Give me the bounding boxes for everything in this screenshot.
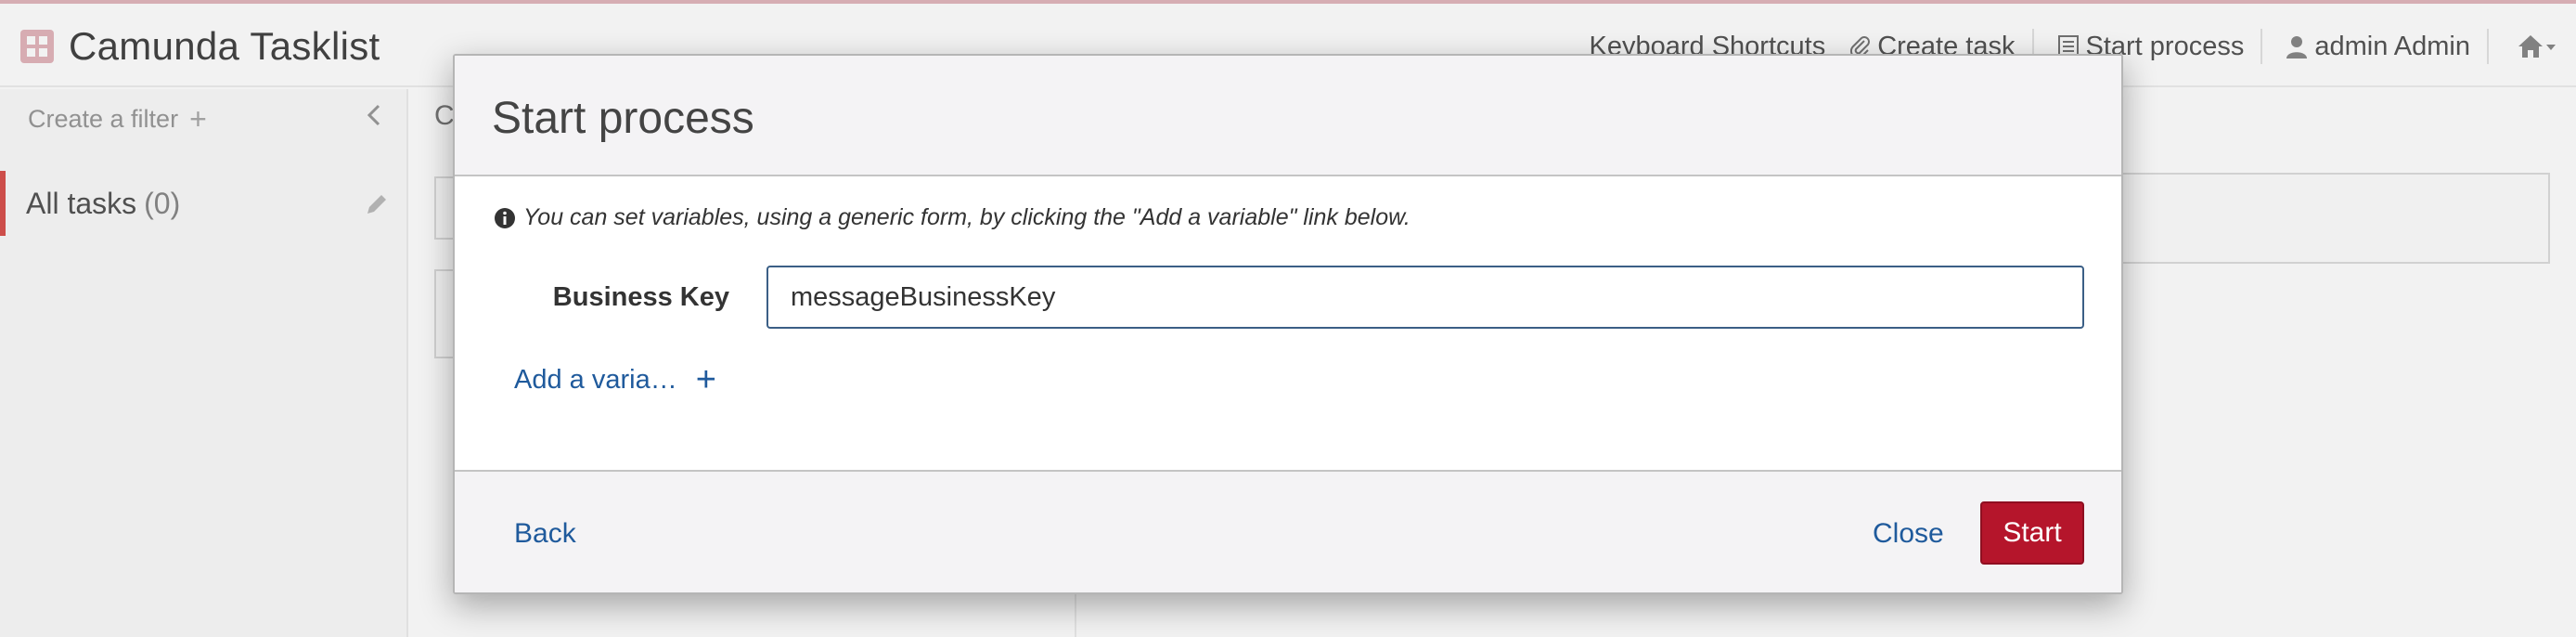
back-button[interactable]: Back — [514, 518, 576, 550]
plus-icon: + — [695, 360, 716, 399]
start-button[interactable]: Start — [1980, 501, 2084, 565]
add-variable-label: Add a varia… — [514, 364, 677, 395]
close-button[interactable]: Close — [1873, 518, 1944, 550]
business-key-label: Business Key — [552, 282, 729, 312]
dialog-header: Start process — [455, 56, 2121, 176]
dialog-body: You can set variables, using a generic f… — [455, 176, 2121, 470]
dialog-footer: Back Close Start — [455, 470, 2121, 592]
start-process-dialog: Start process You can set variables, usi… — [453, 54, 2123, 594]
dialog-title: Start process — [492, 94, 754, 143]
business-key-input[interactable] — [766, 266, 2084, 329]
add-variable-link[interactable]: Add a varia… + — [514, 362, 716, 397]
info-circle-icon — [495, 207, 515, 228]
info-text: You can set variables, using a generic f… — [523, 204, 1410, 230]
info-message: You can set variables, using a generic f… — [494, 204, 1410, 231]
